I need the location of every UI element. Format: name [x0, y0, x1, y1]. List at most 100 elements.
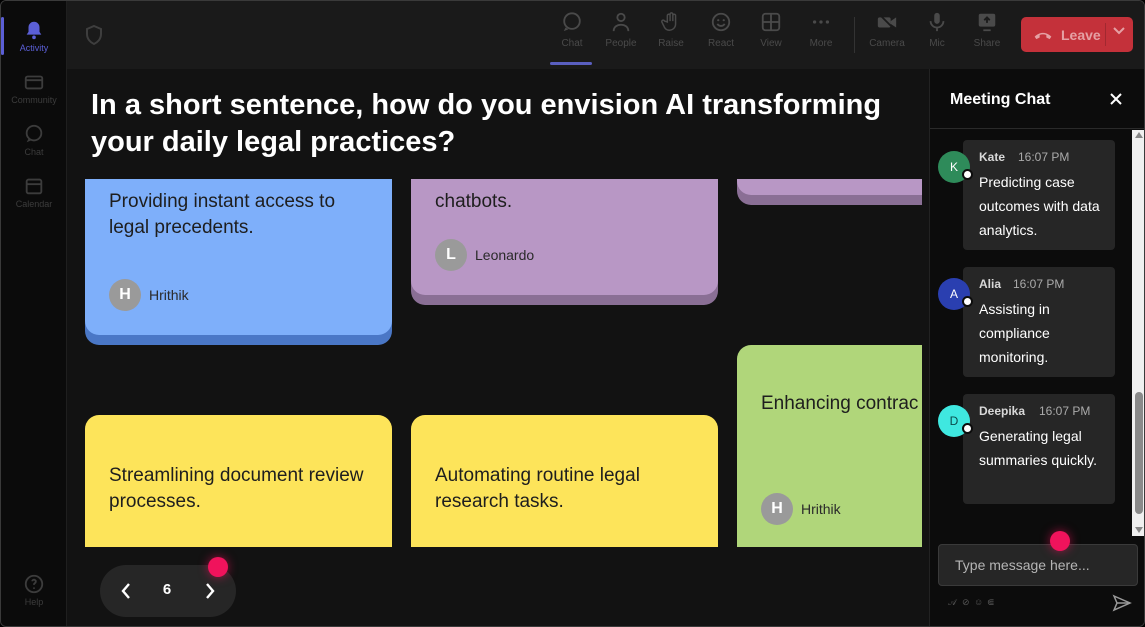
message-time: 16:07 PM [1018, 150, 1070, 164]
community-icon [24, 75, 44, 90]
avatar: L [435, 239, 467, 271]
app-window: Activity Community Chat Calendar Help Ch… [0, 0, 1145, 627]
author-name: Hrithik [149, 287, 189, 303]
response-card[interactable]: Providing instant access to legal preced… [85, 179, 392, 345]
share-button[interactable]: Share [965, 11, 1009, 63]
message-time: 16:07 PM [1013, 277, 1065, 291]
response-card[interactable]: Enhancing contrac accuracy. H Hrithik [737, 345, 922, 547]
message-sender: Deepika [979, 404, 1026, 418]
author-name: Hrithik [801, 501, 841, 517]
chat-message-input[interactable] [938, 544, 1138, 586]
stage: In a short sentence, how do you envision… [67, 69, 929, 626]
card-face [737, 179, 922, 195]
send-icon[interactable] [1112, 593, 1132, 613]
response-board: Providing instant access to legal preced… [67, 179, 922, 547]
mic-button[interactable]: Mic [915, 11, 959, 63]
chat-message: Deepika 16:07 PM Generating legal summar… [963, 394, 1115, 504]
microphone-icon [929, 12, 945, 32]
rail-item-activity[interactable]: Activity [1, 11, 63, 61]
meeting-chat-panel: Meeting Chat Kate 16:07 PM Predicting ca… [929, 69, 1144, 626]
message-time: 16:07 PM [1039, 404, 1091, 418]
avatar-initial: A [949, 287, 958, 301]
chat-button-label: Chat [561, 38, 583, 49]
chat-header: Meeting Chat [930, 69, 1144, 129]
people-button[interactable]: People [599, 11, 643, 63]
more-button[interactable]: More [799, 11, 843, 63]
calendar-icon [25, 178, 43, 195]
gif-icon[interactable]: ⋐ [987, 597, 995, 608]
meeting-toolbar: Chat People Raise React View More Camera [67, 1, 1144, 69]
leave-divider [1105, 23, 1106, 46]
notification-dot [208, 557, 228, 577]
people-button-label: People [605, 38, 637, 49]
card-text: Enhancing contrac accuracy. [761, 393, 922, 414]
raise-hand-button[interactable]: Raise [649, 11, 693, 63]
avatar: A [938, 278, 973, 310]
attach-icon[interactable]: ⊘ [962, 597, 970, 608]
status-indicator [962, 423, 973, 434]
rail-item-help[interactable]: Help [5, 565, 63, 615]
smiley-icon [711, 12, 731, 32]
card-text: chatbots. [435, 191, 513, 212]
chat-button[interactable]: Chat [550, 11, 594, 65]
rail-item-label: Chat [24, 147, 44, 157]
share-button-label: Share [973, 38, 1001, 49]
avatar: K [938, 151, 973, 183]
avatar: H [761, 493, 793, 525]
chat-title: Meeting Chat [950, 91, 1051, 108]
rail-item-label: Help [24, 597, 44, 607]
chat-scrollbar[interactable] [1132, 130, 1144, 536]
response-card[interactable]: Automating routine legal research tasks. [411, 415, 718, 547]
chat-icon [25, 124, 43, 143]
rail-item-community[interactable]: Community [5, 63, 63, 113]
leave-button[interactable]: Leave [1021, 17, 1133, 52]
avatar: H [109, 279, 141, 311]
raise-button-label: Raise [658, 38, 684, 49]
poll-question: In a short sentence, how do you envision… [91, 89, 882, 158]
message-text: Predicting case outcomes with data analy… [979, 174, 1100, 238]
more-button-label: More [809, 38, 833, 49]
scroll-down-icon[interactable] [1135, 527, 1143, 533]
hang-up-icon [1034, 32, 1052, 39]
page-number: 6 [162, 581, 172, 598]
close-icon[interactable] [1106, 89, 1126, 109]
response-card[interactable]: Streamlining document review processes. [85, 415, 392, 547]
response-card[interactable] [737, 179, 922, 205]
left-rail: Activity Community Chat Calendar Help [1, 1, 67, 626]
toolbar-divider [854, 17, 855, 53]
response-card[interactable]: chatbots. L Leonardo [411, 179, 718, 305]
react-button[interactable]: React [699, 11, 743, 63]
scroll-up-icon[interactable] [1135, 132, 1143, 138]
mic-button-label: Mic [929, 38, 945, 49]
camera-button[interactable]: Camera [865, 11, 909, 63]
card-author: L Leonardo [435, 239, 534, 271]
shield-icon [86, 25, 102, 45]
rail-item-label: Community [11, 95, 57, 105]
chevron-down-icon[interactable] [1113, 27, 1125, 35]
view-button[interactable]: View [749, 11, 793, 63]
avatar-initial: D [949, 414, 959, 428]
bell-icon [26, 21, 42, 40]
rail-item-label: Calendar [15, 199, 53, 209]
emoji-icon[interactable]: ☺ [974, 597, 983, 607]
chat-message: Kate 16:07 PM Predicting case outcomes w… [963, 140, 1115, 250]
message-text: Generating legal summaries quickly. [979, 428, 1097, 468]
card-author: H Hrithik [109, 279, 189, 311]
rail-item-chat[interactable]: Chat [5, 115, 63, 165]
avatar: D [938, 405, 973, 437]
chevron-right-icon[interactable] [200, 579, 220, 603]
react-button-label: React [707, 38, 735, 49]
format-icon[interactable]: 𝒜 [948, 597, 957, 608]
camera-off-icon [877, 13, 897, 31]
rail-item-calendar[interactable]: Calendar [5, 167, 63, 217]
scroll-thumb[interactable] [1135, 392, 1143, 514]
notification-dot [1050, 531, 1070, 551]
chevron-left-icon[interactable] [116, 579, 136, 603]
message-sender: Alia [979, 277, 1002, 291]
more-icon [812, 20, 830, 24]
status-indicator [962, 296, 973, 307]
share-screen-icon [978, 13, 996, 32]
chat-message: Alia 16:07 PM Assisting in compliance mo… [963, 267, 1115, 377]
message-list: Kate 16:07 PM Predicting case outcomes w… [930, 130, 1132, 536]
card-text: Automating routine legal research tasks. [435, 465, 640, 512]
